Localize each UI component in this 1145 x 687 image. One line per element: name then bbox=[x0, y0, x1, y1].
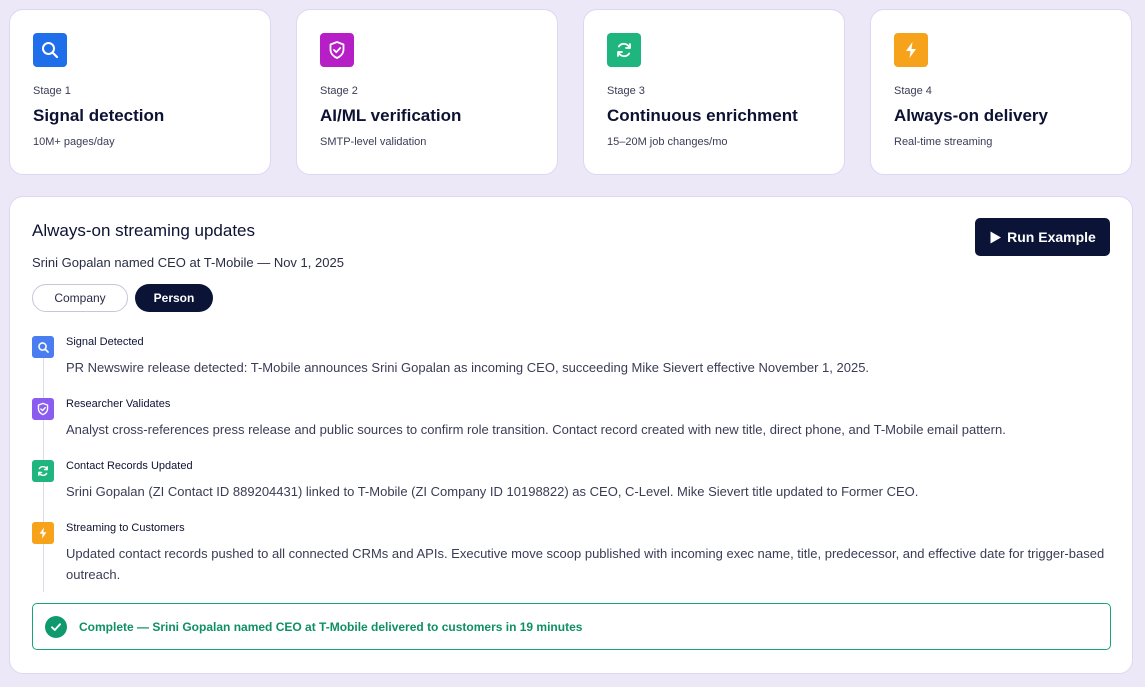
stage-subtitle: 15–20M job changes/mo bbox=[607, 136, 728, 148]
play-icon bbox=[990, 231, 1002, 243]
stage-number: Stage 3 bbox=[607, 85, 645, 97]
stage-title: AI/ML verification bbox=[320, 106, 462, 125]
streaming-panel: Always-on streaming updates Srini Gopala… bbox=[9, 196, 1133, 674]
stage-subtitle: 10M+ pages/day bbox=[33, 136, 115, 148]
step-title: Streaming to Customers bbox=[66, 522, 185, 534]
search-icon bbox=[32, 336, 54, 358]
toggle-company[interactable]: Company bbox=[32, 284, 128, 312]
step-description: PR Newswire release detected: T-Mobile a… bbox=[66, 360, 870, 375]
stage-card-3: Stage 3 Continuous enrichment 15–20M job… bbox=[583, 9, 845, 175]
stage-number: Stage 2 bbox=[320, 85, 358, 97]
step-title: Signal Detected bbox=[66, 336, 144, 348]
search-icon bbox=[33, 33, 67, 67]
step-description: Updated contact records pushed to all co… bbox=[66, 546, 1105, 582]
stage-title: Continuous enrichment bbox=[607, 106, 798, 125]
stage-card-4: Stage 4 Always-on delivery Real-time str… bbox=[870, 9, 1132, 175]
toggle-person[interactable]: Person bbox=[135, 284, 213, 312]
run-example-button[interactable]: Run Example bbox=[975, 218, 1110, 256]
stage-card-2: Stage 2 AI/ML verification SMTP-level va… bbox=[296, 9, 558, 175]
step-title: Contact Records Updated bbox=[66, 460, 193, 472]
panel-title: Always-on streaming updates bbox=[32, 221, 256, 240]
complete-message: Complete — Srini Gopalan named CEO at T-… bbox=[79, 619, 583, 634]
lightning-icon bbox=[894, 33, 928, 67]
step-description: Analyst cross-references press release a… bbox=[66, 422, 1006, 437]
step-title: Researcher Validates bbox=[66, 398, 171, 410]
stage-title: Always-on delivery bbox=[894, 106, 1049, 125]
run-example-label: Run Example bbox=[1007, 229, 1096, 245]
stage-subtitle: SMTP-level validation bbox=[320, 136, 427, 148]
shield-check-icon bbox=[320, 33, 354, 67]
lightning-icon bbox=[32, 522, 54, 544]
stage-number: Stage 1 bbox=[33, 85, 71, 97]
refresh-icon bbox=[32, 460, 54, 482]
stage-number: Stage 4 bbox=[894, 85, 932, 97]
complete-banner: Complete — Srini Gopalan named CEO at T-… bbox=[32, 603, 1111, 650]
timeline-step: Researcher Validates Analyst cross-refer… bbox=[32, 398, 1112, 448]
refresh-icon bbox=[607, 33, 641, 67]
step-description: Srini Gopalan (ZI Contact ID 889204431) … bbox=[66, 484, 919, 499]
check-circle-icon bbox=[45, 615, 67, 638]
stage-card-1: Stage 1 Signal detection 10M+ pages/day bbox=[9, 9, 271, 175]
shield-check-icon bbox=[32, 398, 54, 420]
timeline-step: Streaming to Customers Updated contact r… bbox=[32, 522, 1112, 592]
stage-subtitle: Real-time streaming bbox=[894, 136, 993, 148]
panel-subtitle: Srini Gopalan named CEO at T-Mobile — No… bbox=[32, 255, 344, 270]
timeline-step: Contact Records Updated Srini Gopalan (Z… bbox=[32, 460, 1112, 510]
timeline-step: Signal Detected PR Newswire release dete… bbox=[32, 336, 1112, 386]
stage-title: Signal detection bbox=[33, 106, 165, 125]
